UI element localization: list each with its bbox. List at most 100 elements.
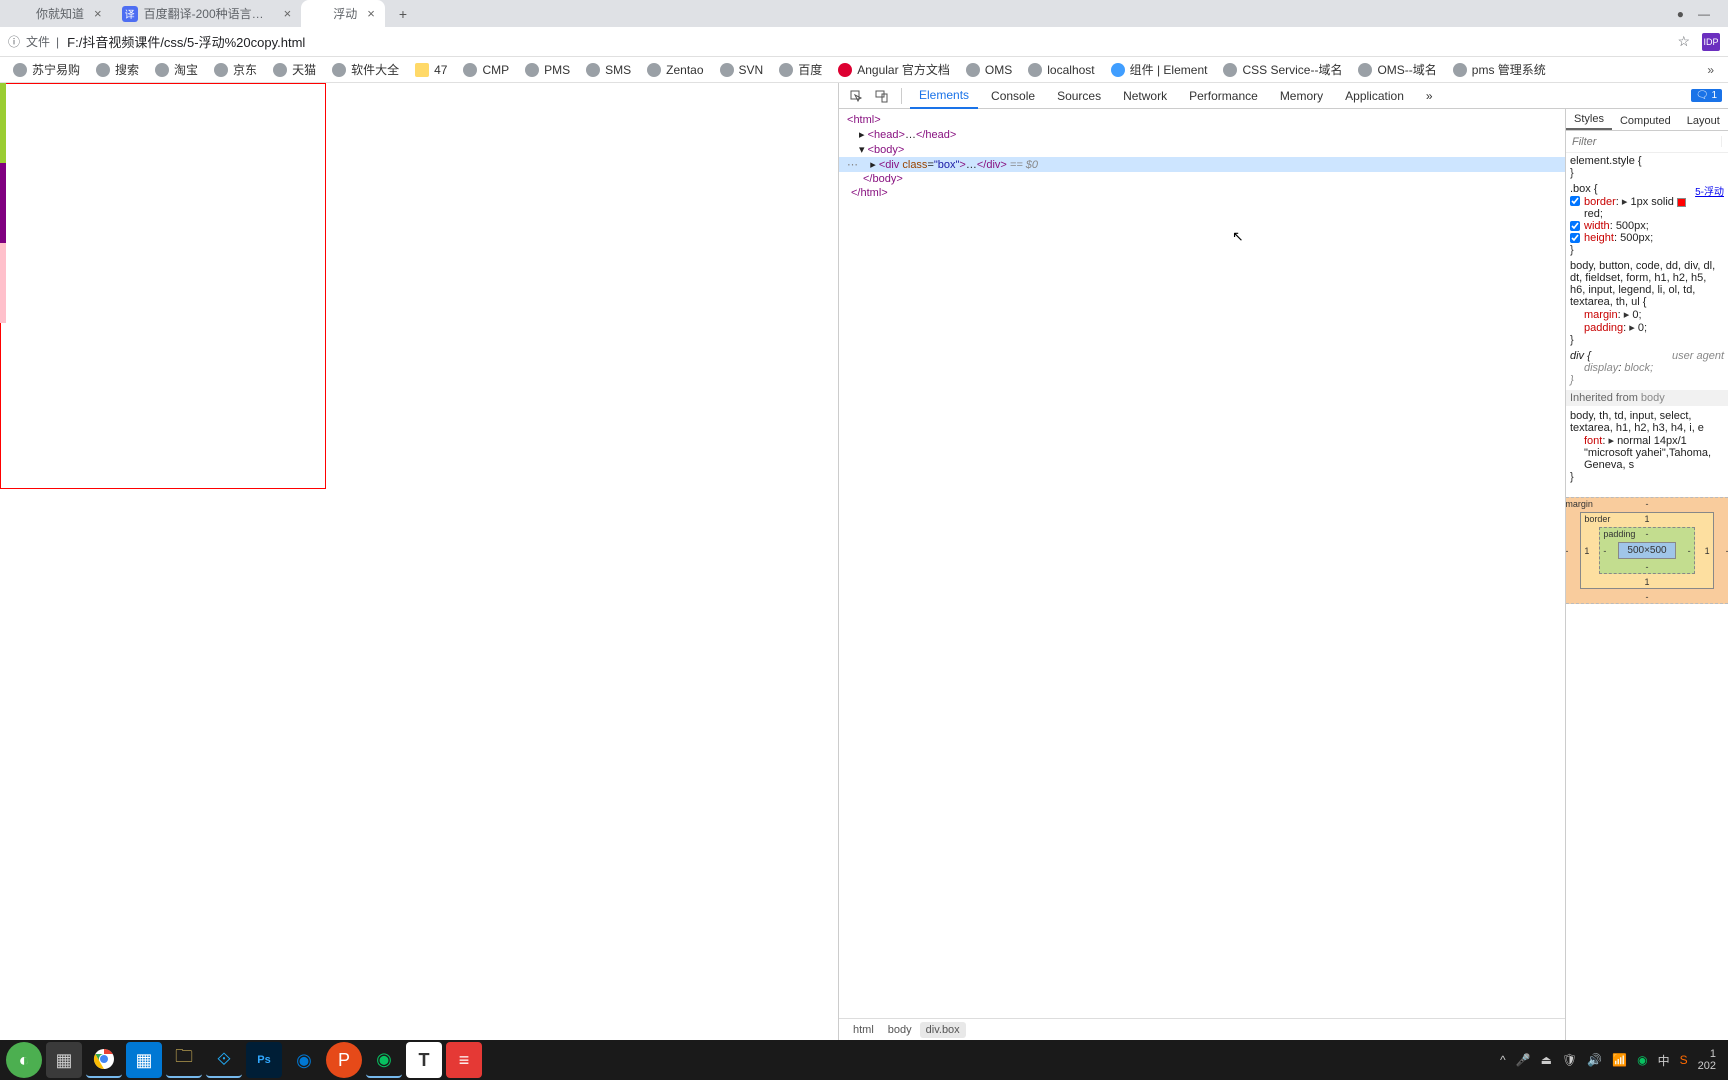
- bookmark-item[interactable]: 软件大全: [325, 59, 406, 81]
- bookmark-item[interactable]: CSS Service--域名: [1216, 59, 1349, 81]
- color-swatch[interactable]: [1677, 198, 1686, 207]
- account-icon[interactable]: ●: [1677, 7, 1684, 21]
- taskbar-app-red2[interactable]: ≡: [446, 1042, 482, 1078]
- bookmark-item[interactable]: 苏宁易购: [6, 59, 87, 81]
- bookmark-item[interactable]: CMP: [456, 59, 516, 81]
- close-icon[interactable]: ×: [284, 6, 292, 21]
- crumb-body[interactable]: body: [882, 1022, 918, 1038]
- bookmark-star-icon[interactable]: ☆: [1677, 33, 1690, 50]
- inherit-from[interactable]: body: [1641, 392, 1665, 404]
- taskbar-app-t[interactable]: T: [406, 1042, 442, 1078]
- bookmark-item[interactable]: 天猫: [266, 59, 323, 81]
- close-icon[interactable]: ×: [94, 6, 102, 21]
- tray-wifi-icon[interactable]: 📶: [1612, 1053, 1627, 1067]
- tab-network[interactable]: Network: [1114, 83, 1176, 109]
- tray-sogou-icon[interactable]: S: [1680, 1053, 1688, 1067]
- crumb-html[interactable]: html: [847, 1022, 880, 1038]
- decl-checkbox[interactable]: [1570, 221, 1580, 231]
- taskbar-app[interactable]: ▦: [46, 1042, 82, 1078]
- styles-filter-input[interactable]: [1566, 136, 1721, 148]
- bookmarks-overflow-icon[interactable]: »: [1699, 63, 1722, 77]
- taskbar-app-red[interactable]: P: [326, 1042, 362, 1078]
- declaration[interactable]: width: 500px;: [1570, 220, 1724, 232]
- bookmark-item[interactable]: Zentao: [640, 59, 710, 81]
- bookmark-item[interactable]: Angular 官方文档: [831, 59, 957, 81]
- tray-wechat-icon[interactable]: ◉: [1637, 1053, 1647, 1067]
- dom-node-selected[interactable]: ⋯ ▸ <div class="box">…</div> == $0: [839, 157, 1565, 172]
- tray-ime[interactable]: 中: [1658, 1052, 1670, 1069]
- bookmark-item[interactable]: 京东: [207, 59, 264, 81]
- padding-layer[interactable]: padding - - - - 500×500: [1599, 527, 1694, 574]
- bookmark-item[interactable]: pms 管理系统: [1446, 59, 1553, 81]
- bookmark-item[interactable]: OMS--域名: [1351, 59, 1443, 81]
- rule-box[interactable]: .box {5-浮动 border: ▸ 1px solid red; widt…: [1570, 183, 1724, 256]
- rule-font[interactable]: body, th, td, input, select, textarea, h…: [1570, 410, 1724, 483]
- site-info[interactable]: ⓘ 文件 |: [8, 33, 59, 50]
- declaration[interactable]: padding: ▸ 0;: [1570, 321, 1724, 334]
- dom-node[interactable]: ▾ <body>: [839, 142, 1565, 157]
- tray-chevron-icon[interactable]: ^: [1500, 1053, 1506, 1067]
- issues-badge[interactable]: 🗨 1: [1691, 89, 1722, 102]
- tab-memory[interactable]: Memory: [1271, 83, 1332, 109]
- tray-usb-icon[interactable]: ⏏: [1541, 1053, 1552, 1067]
- rule-user-agent[interactable]: div {user agent display: block; }: [1570, 350, 1724, 386]
- dom-node[interactable]: </body>: [839, 172, 1565, 186]
- taskbar-calculator[interactable]: ▦: [126, 1042, 162, 1078]
- bookmark-item[interactable]: PMS: [518, 59, 577, 81]
- bookmark-item[interactable]: 百度: [772, 59, 829, 81]
- tab-computed[interactable]: Computed: [1612, 112, 1679, 130]
- dom-tree[interactable]: <html> ▸ <head>…</head> ▾ <body> ⋯ ▸ <di…: [839, 109, 1565, 1018]
- bookmark-item[interactable]: 搜索: [89, 59, 146, 81]
- tab-performance[interactable]: Performance: [1180, 83, 1267, 109]
- tray-mic-icon[interactable]: 🎤: [1516, 1053, 1531, 1067]
- browser-tab-0[interactable]: 你就知道 ×: [4, 0, 112, 27]
- inspect-icon[interactable]: [845, 85, 867, 107]
- bookmark-item[interactable]: SMS: [579, 59, 638, 81]
- border-layer[interactable]: border 1 1 1 1 padding - - -: [1580, 512, 1713, 589]
- taskbar-wechat[interactable]: ◉: [366, 1042, 402, 1078]
- margin-layer[interactable]: margin - - - - border 1 1 1 1: [1566, 497, 1728, 604]
- bookmark-item[interactable]: 组件 | Element: [1104, 59, 1215, 81]
- styles-body[interactable]: element.style { } .box {5-浮动 border: ▸ 1…: [1566, 153, 1728, 1040]
- dom-node[interactable]: ▸ <head>…</head>: [839, 127, 1565, 142]
- browser-tab-1[interactable]: 译 百度翻译-200种语言互译、沟通 ×: [112, 0, 302, 27]
- tray-shield-icon[interactable]: 🛡: [1562, 1053, 1577, 1067]
- bookmark-item[interactable]: SVN: [713, 59, 771, 81]
- taskbar-photoshop[interactable]: Ps: [246, 1042, 282, 1078]
- tab-console[interactable]: Console: [982, 83, 1044, 109]
- rule-reset[interactable]: body, button, code, dd, div, dl, dt, fie…: [1570, 260, 1724, 346]
- tab-layout[interactable]: Layout: [1679, 112, 1728, 130]
- tab-sources[interactable]: Sources: [1048, 83, 1110, 109]
- declaration[interactable]: margin: ▸ 0;: [1570, 308, 1724, 321]
- taskbar-vscode[interactable]: ⟐: [206, 1042, 242, 1078]
- tab-elements[interactable]: Elements: [910, 83, 978, 109]
- url-field[interactable]: F:/抖音视频课件/css/5-浮动%20copy.html: [67, 32, 1669, 51]
- decl-checkbox[interactable]: [1570, 196, 1580, 206]
- tray-volume-icon[interactable]: 🔊: [1587, 1053, 1602, 1067]
- tabs-overflow-icon[interactable]: »: [1417, 83, 1442, 109]
- dom-node[interactable]: </html>: [839, 186, 1565, 200]
- hov-toggle[interactable]: :hov: [1721, 136, 1728, 147]
- tab-application[interactable]: Application: [1336, 83, 1413, 109]
- taskbar-edge[interactable]: ◉: [286, 1042, 322, 1078]
- close-icon[interactable]: ×: [367, 6, 375, 21]
- tab-styles[interactable]: Styles: [1566, 110, 1612, 130]
- taskbar-files[interactable]: 🗀: [166, 1042, 202, 1078]
- declaration[interactable]: height: 500px;: [1570, 232, 1724, 244]
- browser-tab-2[interactable]: 浮动 ×: [301, 0, 385, 27]
- start-button[interactable]: ◐: [6, 1042, 42, 1078]
- minimize-icon[interactable]: —: [1698, 7, 1710, 21]
- bookmark-item[interactable]: localhost: [1021, 59, 1101, 81]
- taskbar-chrome[interactable]: [86, 1042, 122, 1078]
- bookmark-item[interactable]: 淘宝: [148, 59, 205, 81]
- declaration[interactable]: border: ▸ 1px solid red;: [1570, 195, 1724, 220]
- new-tab-button[interactable]: +: [391, 6, 415, 22]
- rule-element-style[interactable]: element.style { }: [1570, 155, 1724, 179]
- decl-checkbox[interactable]: [1570, 233, 1580, 243]
- bookmark-folder[interactable]: 47: [408, 59, 454, 81]
- bookmark-item[interactable]: OMS: [959, 59, 1019, 81]
- declaration[interactable]: font: ▸ normal 14px/1 "microsoft yahei",…: [1570, 434, 1724, 471]
- device-toggle-icon[interactable]: [871, 85, 893, 107]
- extension-icon[interactable]: IDP: [1702, 33, 1720, 51]
- crumb-div-box[interactable]: div.box: [920, 1022, 966, 1038]
